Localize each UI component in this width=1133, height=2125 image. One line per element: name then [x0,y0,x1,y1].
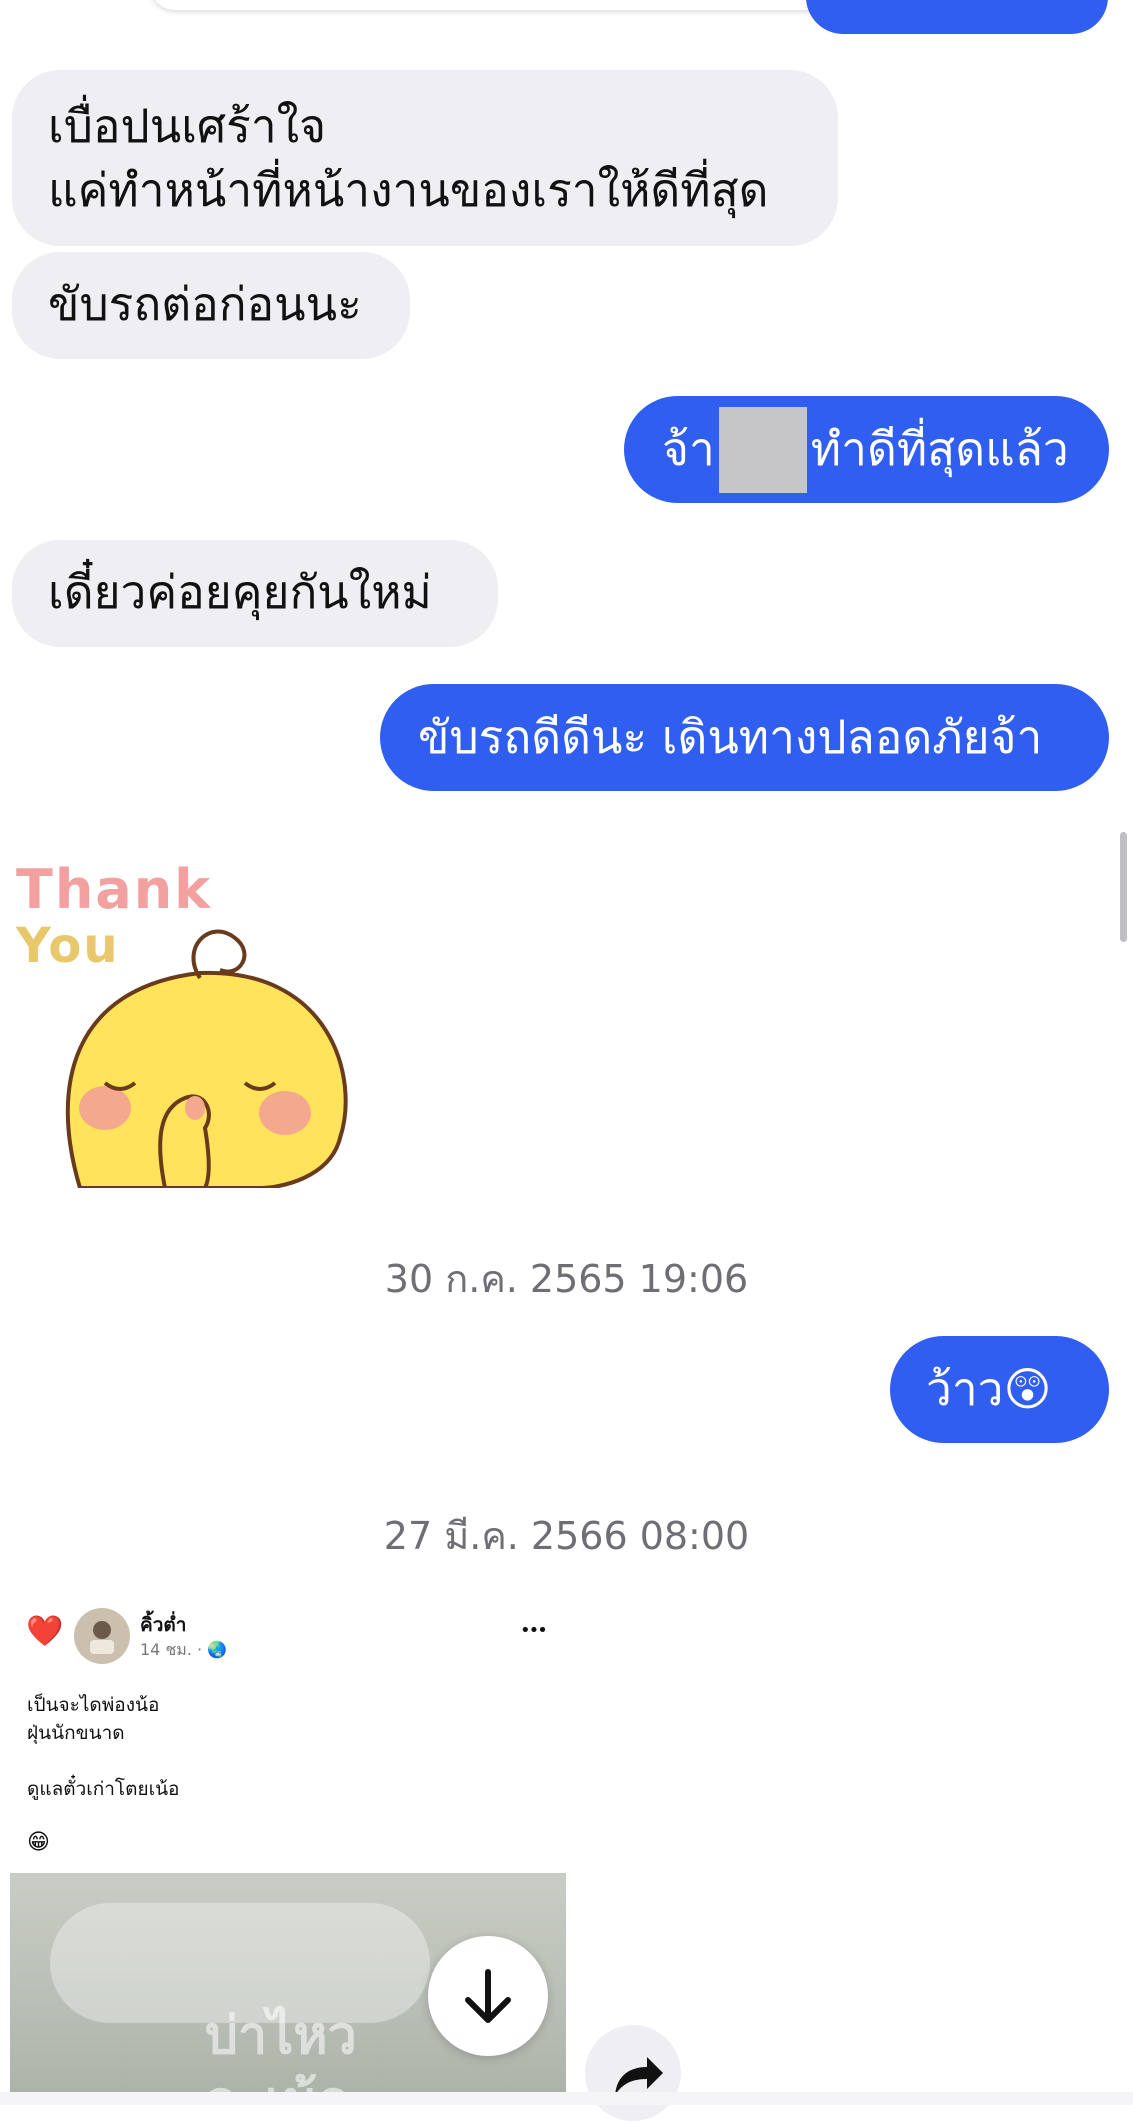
more-options-icon[interactable]: ••• [520,1620,548,1641]
message-text: เดี๋ยวค่อยคุยกันใหม่ [48,565,432,619]
reaction-heart: ❤️ [26,1614,64,1649]
message-text: ทำดีที่สุดแล้ว [810,422,1069,476]
arrow-down-icon [465,1969,511,2023]
message-text: ว้าว😲 [926,1362,1052,1416]
message-line: แค่ทำหน้าที่หน้างานของเราให้ดีที่สุด [48,163,769,217]
message-text: ขับรถดีดีนะ เดินทางปลอดภัยจ้า [418,710,1043,764]
redacted-block [718,406,807,493]
post-emoji: 😁 [27,1830,50,1855]
post-line: ฝุ่นนักขนาด [27,1722,125,1744]
timestamp: 27 มี.ค. 2566 08:00 [383,1514,750,1558]
outgoing-message[interactable]: ว้าว😲 [890,1336,1109,1443]
scrollbar-thumb[interactable] [1120,832,1127,942]
post-author[interactable]: คิ้วต่ำ [140,1610,186,1640]
timestamp: 30 ก.ค. 2565 19:06 [384,1257,749,1301]
share-arrow-icon [615,2057,663,2095]
chick-icon [65,929,348,1188]
incoming-message[interactable]: ขับรถต่อก่อนนะ [12,252,410,359]
outgoing-message[interactable]: ขับรถดีดีนะ เดินทางปลอดภัยจ้า [380,684,1109,791]
share-button[interactable] [585,2025,681,2121]
message-text: ขับรถต่อก่อนนะ [48,277,362,331]
thank-you-sticker[interactable]: Thank You [10,858,350,1188]
scroll-to-bottom-button[interactable] [428,1936,548,2056]
incoming-message[interactable]: เบื่อปนเศร้าใจ แค่ทำหน้าที่หน้างานของเรา… [12,70,838,246]
person-icon [90,1621,114,1654]
partial-incoming-bubble [150,0,830,10]
incoming-message[interactable]: เดี๋ยวค่อยคุยกันใหม่ [12,540,498,647]
post-line: เป็นจะไดพ่องน้อ [27,1694,160,1716]
bottom-divider [0,2092,1133,2105]
outgoing-message[interactable]: จ้า ทำดีที่สุดแล้ว [624,396,1109,503]
message-line: เบื่อปนเศร้าใจ [48,99,327,153]
post-meta: 14 ชม. · 🌏 [140,1640,228,1659]
message-text: จ้า [662,422,715,476]
partial-outgoing-bubble[interactable] [806,0,1108,34]
author-avatar[interactable] [74,1608,130,1664]
post-line: ดูแลตั๋วเก่าโตยเน้อ [27,1778,180,1800]
